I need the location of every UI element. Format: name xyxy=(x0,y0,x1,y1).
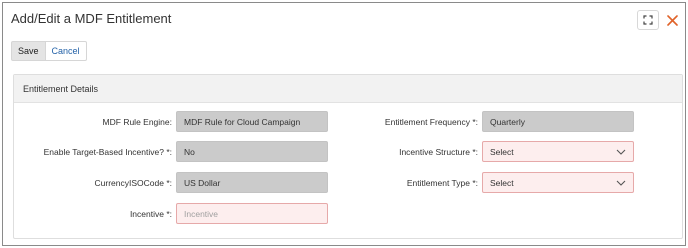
toolbar: Save Cancel xyxy=(11,41,87,61)
entitlement-type-value: Select xyxy=(490,177,514,188)
incentive-structure-label: Incentive Structure *: xyxy=(399,146,478,157)
currency-iso-code-label: CurrencyISOCode *: xyxy=(94,177,172,188)
enable-target-incentive-field: No xyxy=(176,141,328,162)
cancel-button[interactable]: Cancel xyxy=(45,41,87,61)
expand-button[interactable] xyxy=(637,10,659,30)
chevron-down-icon xyxy=(616,149,626,155)
mdf-rule-engine-label: MDF Rule Engine: xyxy=(102,116,172,127)
incentive-structure-value: Select xyxy=(490,146,514,157)
entitlement-type-label: Entitlement Type *: xyxy=(406,177,478,188)
mdf-rule-engine-field: MDF Rule for Cloud Campaign xyxy=(176,111,328,132)
close-button[interactable] xyxy=(661,10,683,30)
save-button[interactable]: Save xyxy=(11,41,46,61)
incentive-structure-select[interactable]: Select xyxy=(482,141,634,162)
expand-icon xyxy=(643,15,653,25)
entitlement-type-select[interactable]: Select xyxy=(482,172,634,193)
incentive-field[interactable] xyxy=(176,203,328,224)
incentive-label: Incentive *: xyxy=(129,208,172,219)
enable-target-incentive-label: Enable Target-Based Incentive? *: xyxy=(43,146,172,157)
dialog-title: Add/Edit a MDF Entitlement xyxy=(11,11,172,26)
close-icon xyxy=(666,14,678,26)
entitlement-frequency-field: Quarterly xyxy=(482,111,634,132)
currency-iso-code-field: US Dollar xyxy=(176,172,328,193)
entitlement-dialog: Add/Edit a MDF Entitlement Save Cancel E… xyxy=(2,2,686,246)
chevron-down-icon xyxy=(616,180,626,186)
incentive-input[interactable] xyxy=(184,208,327,219)
entitlement-details-panel: Entitlement Details MDF Rule Engine: MDF… xyxy=(13,74,683,239)
panel-title: Entitlement Details xyxy=(14,75,682,103)
entitlement-frequency-label: Entitlement Frequency *: xyxy=(384,116,478,127)
